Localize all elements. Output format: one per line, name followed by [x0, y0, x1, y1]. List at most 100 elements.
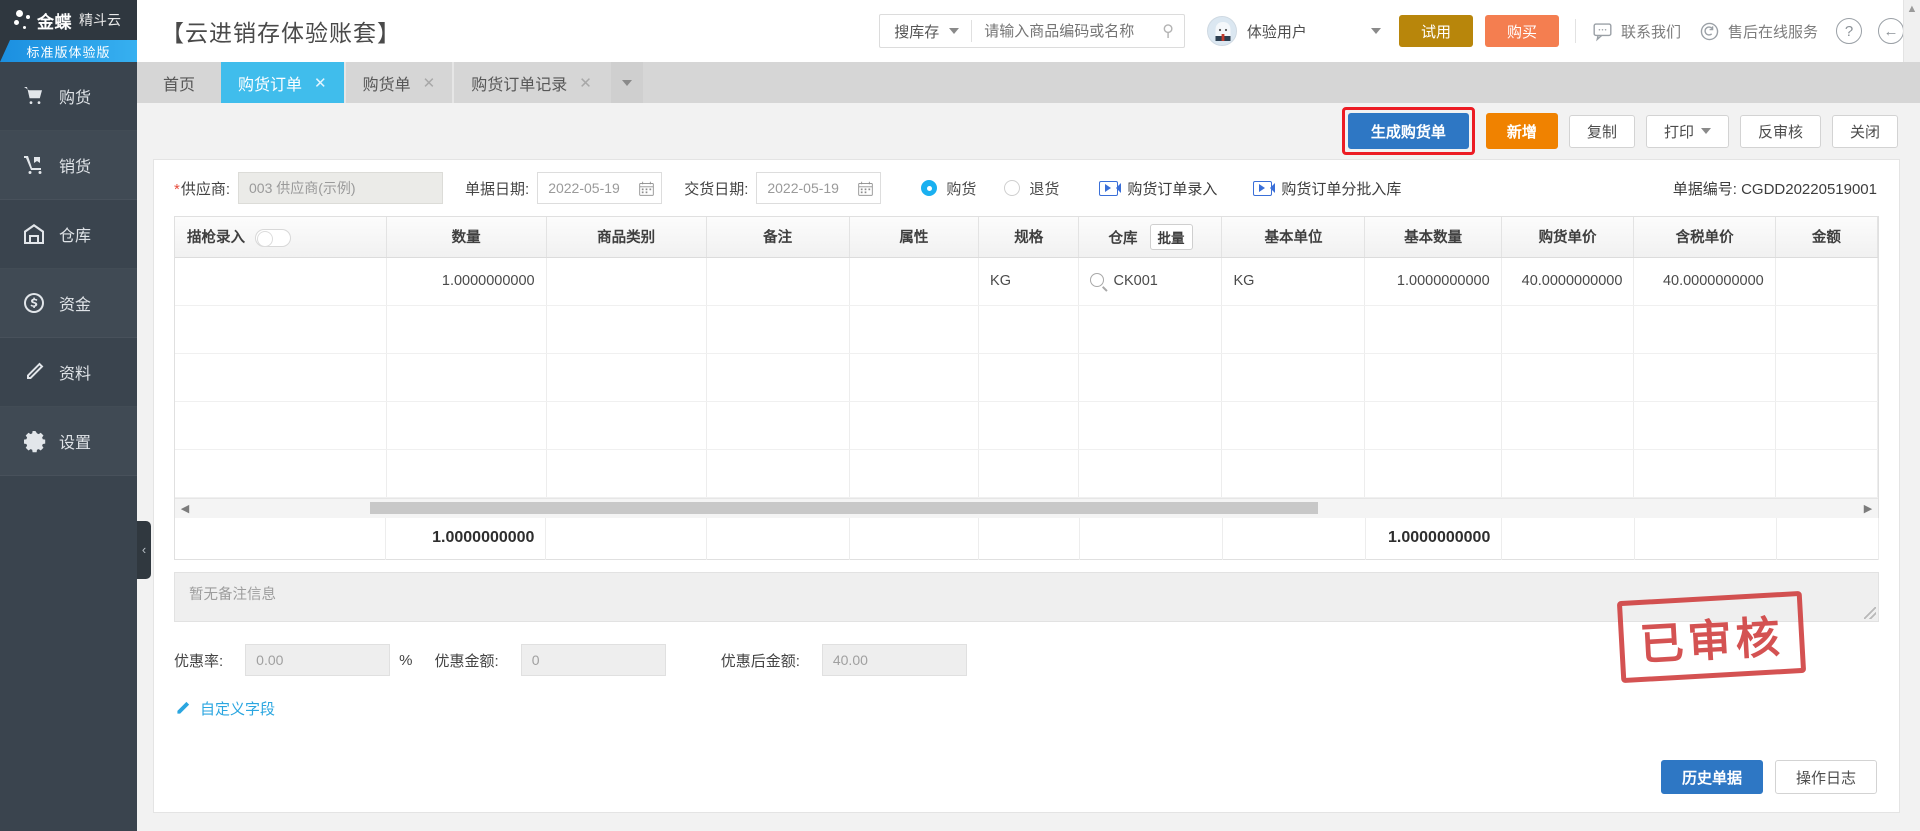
cell-empty[interactable] [1775, 449, 1879, 498]
cell-quantity[interactable]: 1.0000000000 [386, 257, 547, 306]
close-icon[interactable]: ✕ [579, 74, 592, 92]
cell-empty[interactable] [978, 305, 1080, 354]
scrollbar-track[interactable] [195, 502, 1858, 514]
table-row[interactable] [175, 353, 1879, 402]
col-spec[interactable]: 规格 [978, 217, 1080, 258]
sidebar-item-warehouse[interactable]: 仓库 [0, 200, 137, 269]
bill-date-field[interactable]: 2022-05-19 [537, 172, 663, 204]
cell-empty[interactable] [1501, 353, 1635, 402]
purchase-order-entry-link[interactable]: 购货订单录入 [1099, 178, 1217, 199]
cell-empty[interactable] [386, 305, 547, 354]
scrollbar-thumb[interactable] [369, 502, 1318, 514]
user-chevron-down-icon[interactable] [1370, 28, 1381, 34]
delivery-date-field[interactable]: 2022-05-19 [756, 172, 882, 204]
after-discount-field[interactable]: 40.00 [821, 644, 967, 676]
cell-empty[interactable] [175, 401, 387, 450]
cell-empty[interactable] [1221, 305, 1366, 354]
cell-empty[interactable] [1078, 353, 1223, 402]
cell-scan[interactable] [175, 257, 387, 306]
scrollbar-up-arrow[interactable]: ▲ [1903, 0, 1920, 62]
cell-empty[interactable] [1078, 449, 1223, 498]
cell-empty[interactable] [1078, 305, 1223, 354]
help-icon[interactable]: ? [1836, 18, 1862, 44]
cell-empty[interactable] [1501, 305, 1635, 354]
cell-empty[interactable] [1633, 305, 1776, 354]
cell-empty[interactable] [1221, 449, 1366, 498]
cell-empty[interactable] [386, 353, 547, 402]
sidebar-item-funds[interactable]: 资金 [0, 269, 137, 338]
table-row[interactable] [175, 305, 1879, 354]
add-button[interactable]: 新增 [1485, 113, 1558, 149]
cell-base-unit[interactable]: KG [1221, 257, 1366, 306]
copy-button[interactable]: 复制 [1568, 114, 1635, 148]
col-warehouse[interactable]: 仓库 批量 [1078, 217, 1223, 258]
radio-return[interactable]: 退货 [1004, 178, 1059, 199]
tab-purchase-order[interactable]: 购货订单 ✕ [221, 62, 344, 103]
tab-purchase-bill[interactable]: 购货单 ✕ [346, 62, 453, 103]
cell-empty[interactable] [1221, 353, 1366, 402]
custom-field-link[interactable]: 自定义字段 [154, 676, 1899, 719]
cell-empty[interactable] [1364, 449, 1502, 498]
cell-attribute[interactable] [849, 257, 980, 306]
cell-empty[interactable] [706, 353, 850, 402]
cell-empty[interactable] [386, 401, 547, 450]
buy-button[interactable]: 购买 [1484, 15, 1559, 47]
after-sales-service-link[interactable]: 售后在线服务 [1699, 21, 1818, 42]
supplier-field[interactable]: 003 供应商(示例) [238, 172, 444, 204]
cell-empty[interactable] [546, 449, 707, 498]
sidebar-collapse-button[interactable]: ‹ [137, 520, 151, 579]
table-row[interactable]: 1.0000000000 KG CK001 KG 1.0000000000 40… [175, 257, 1879, 306]
cell-empty[interactable] [978, 401, 1080, 450]
resize-handle[interactable] [1864, 607, 1876, 619]
radio-purchase[interactable]: 购货 [921, 178, 976, 199]
scroll-right-arrow[interactable]: ▶ [1858, 502, 1878, 515]
print-button[interactable]: 打印 [1645, 114, 1729, 148]
close-icon[interactable]: ✕ [423, 74, 436, 92]
cell-warehouse[interactable]: CK001 [1078, 257, 1223, 306]
col-tax-price[interactable]: 含税单价 [1633, 217, 1776, 258]
scroll-left-arrow[interactable]: ◀ [175, 502, 195, 515]
cell-empty[interactable] [849, 353, 980, 402]
cell-empty[interactable] [175, 305, 387, 354]
cell-empty[interactable] [1775, 305, 1879, 354]
cell-empty[interactable] [175, 353, 387, 402]
search-icon[interactable]: ⚲ [1162, 21, 1184, 41]
discount-amount-field[interactable]: 0 [520, 644, 666, 676]
search-icon[interactable] [1090, 273, 1105, 287]
col-base-unit[interactable]: 基本单位 [1221, 217, 1366, 258]
sidebar-item-settings[interactable]: 设置 [0, 407, 137, 476]
cell-empty[interactable] [849, 449, 980, 498]
operation-log-button[interactable]: 操作日志 [1774, 760, 1877, 794]
search-scope-dropdown[interactable]: 搜库存 [880, 15, 971, 47]
search-input[interactable] [972, 22, 1163, 40]
cell-empty[interactable] [1364, 353, 1502, 402]
batch-button[interactable]: 批量 [1149, 223, 1193, 250]
cell-empty[interactable] [1078, 401, 1223, 450]
cell-empty[interactable] [1364, 305, 1502, 354]
sidebar-item-sales[interactable]: 销货 [0, 131, 137, 200]
cell-price[interactable]: 40.0000000000 [1501, 257, 1635, 306]
cell-empty[interactable] [1501, 401, 1635, 450]
remark-textarea[interactable]: 暂无备注信息 [174, 572, 1879, 622]
grid-horizontal-scrollbar[interactable]: ◀ ▶ [175, 497, 1878, 518]
cell-empty[interactable] [706, 449, 850, 498]
col-scan-entry[interactable]: 描枪录入 [175, 217, 387, 258]
discount-rate-field[interactable]: 0.00 [245, 644, 391, 676]
col-remark[interactable]: 备注 [706, 217, 850, 258]
trial-button[interactable]: 试用 [1398, 15, 1473, 47]
cell-empty[interactable] [978, 449, 1080, 498]
tab-home[interactable]: 首页 [137, 62, 221, 103]
cell-base-qty[interactable]: 1.0000000000 [1364, 257, 1502, 306]
col-quantity[interactable]: 数量 [386, 217, 547, 258]
cell-empty[interactable] [546, 353, 707, 402]
col-amount[interactable]: 金额 [1775, 217, 1879, 258]
contact-us-link[interactable]: 联系我们 [1592, 21, 1681, 42]
close-button[interactable]: 关闭 [1831, 114, 1898, 148]
table-row[interactable] [175, 401, 1879, 450]
col-price[interactable]: 购货单价 [1501, 217, 1635, 258]
col-base-qty[interactable]: 基本数量 [1364, 217, 1502, 258]
cell-empty[interactable] [1775, 401, 1879, 450]
unaudit-button[interactable]: 反审核 [1739, 114, 1821, 148]
purchase-order-batch-link[interactable]: 购货订单分批入库 [1253, 178, 1401, 199]
cell-spec[interactable]: KG [978, 257, 1080, 306]
